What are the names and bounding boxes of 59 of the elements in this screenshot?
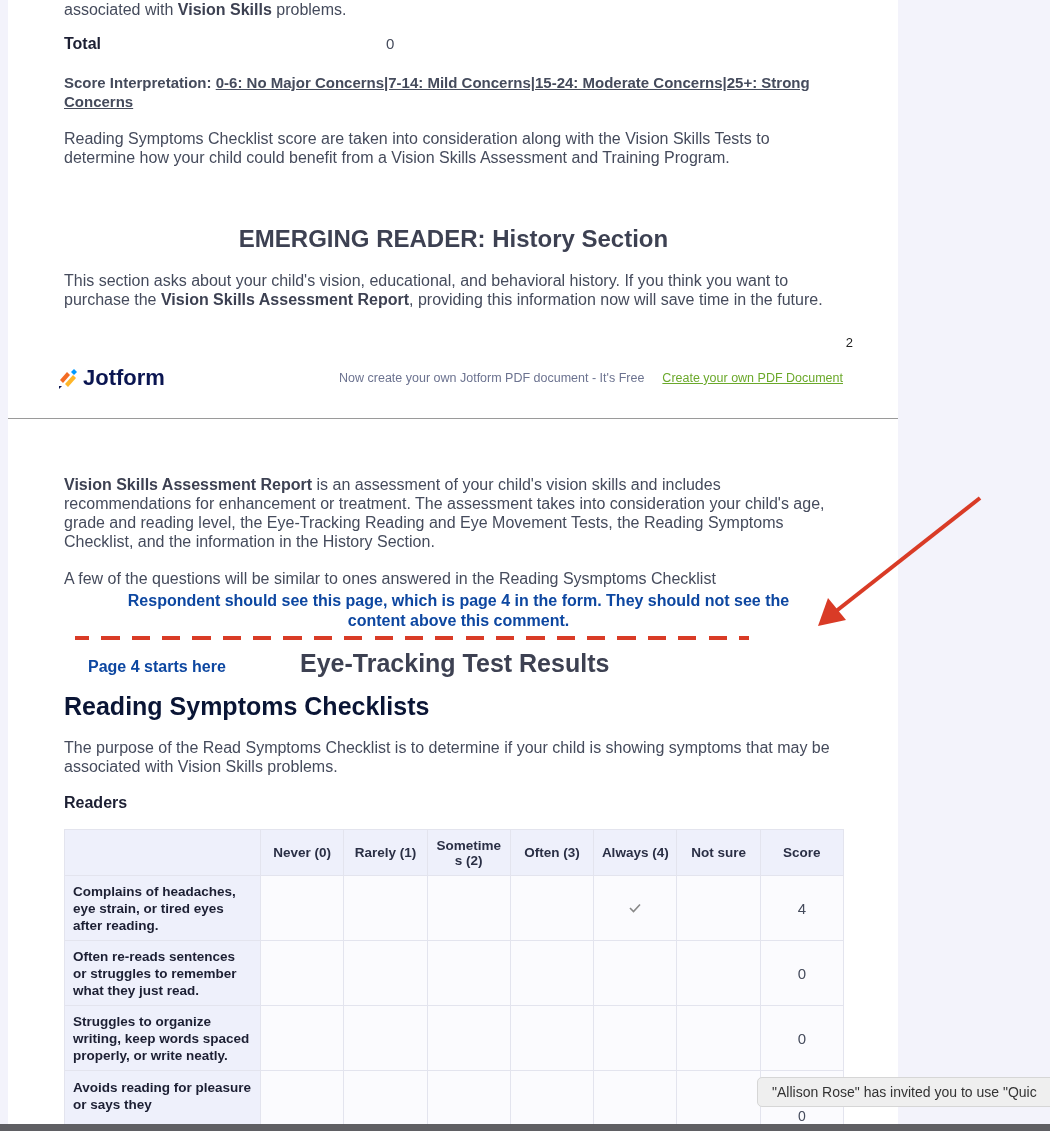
answer-cell[interactable] (427, 1070, 511, 1125)
annotation-comment: Respondent should see this page, which is page 4 in the form. They should not see the content above this comment. (126, 591, 791, 631)
answer-cell[interactable] (343, 940, 428, 1006)
answer-cell[interactable] (427, 875, 511, 941)
section-heading: Eye-Tracking Test Results (300, 649, 610, 678)
answer-cell[interactable] (260, 875, 344, 941)
score-cell: 0 (760, 1005, 844, 1071)
score-cell: 4 (760, 875, 844, 941)
score-cell: 0 (760, 940, 844, 1006)
paragraph: This section asks about your child's vision, educational, and behavioral history. If you think you want to purchase the Vision Skills Assessment Report, providing this information now will save time in the future. (64, 271, 824, 309)
paragraph: A few of the questions will be similar to ones answered in the Reading Sysmptoms Checklist (64, 569, 717, 588)
page-start-note: Page 4 starts here (88, 658, 227, 676)
answer-cell[interactable] (510, 875, 594, 941)
answer-cell[interactable] (676, 1005, 761, 1071)
answer-cell[interactable] (343, 875, 428, 941)
answer-cell[interactable] (593, 875, 677, 941)
paragraph: The purpose of the Read Symptoms Checklist is to determine if your child is showing symptoms that may be associated with Vision Skills problems. (64, 738, 831, 776)
answer-cell[interactable] (427, 1005, 511, 1071)
answer-cell[interactable] (593, 1070, 677, 1125)
answer-cell[interactable] (593, 940, 677, 1006)
answer-cell[interactable] (510, 1005, 594, 1071)
column-header: Often (3) (510, 829, 594, 876)
answer-cell[interactable] (427, 940, 511, 1006)
answer-cell[interactable] (676, 940, 761, 1006)
column-header: Sometime s (2) (427, 829, 511, 876)
answer-cell[interactable] (260, 1005, 344, 1071)
answer-cell[interactable] (676, 875, 761, 941)
section-heading: EMERGING READER: History Section (237, 225, 670, 253)
column-header: Rarely (1) (343, 829, 428, 876)
paragraph: associated with Vision Skills problems. (64, 0, 348, 19)
total-value: 0 (386, 35, 395, 53)
total-label: Total (64, 35, 103, 53)
column-header: Score (760, 829, 844, 876)
column-header: Not sure (676, 829, 761, 876)
row-label: Often re-reads sentences or struggles to remember what they just read. (64, 940, 261, 1006)
answer-cell[interactable] (260, 940, 344, 1006)
paragraph: Vision Skills Assessment Report is an assessment of your child's vision skills and includes recommendations for enhancement or treatment. The assessment takes into consideration your child's age, grade and reading level, the Eye-Tracking Reading and Eye Movement Tests, the Reading Symptoms Checklist, and the information in the History Section. (64, 475, 826, 551)
logo-icon (58, 367, 78, 389)
score-interpretation: Score Interpretation: 0-6: No Major Concerns|7-14: Mild Concerns|15-24: Moderate Concerns|25+: Strong Concerns (64, 73, 811, 111)
section-heading: Reading Symptoms Checklists (64, 692, 431, 721)
row-label: Complains of headaches, eye strain, or tired eyes after reading. (64, 875, 261, 941)
row-label: Struggles to organize writing, keep words spaced properly, or write neatly. (64, 1005, 261, 1071)
brand-name: Jotform (83, 365, 165, 391)
answer-cell[interactable] (343, 1070, 428, 1125)
answer-cell[interactable] (676, 1070, 761, 1125)
answer-cell[interactable] (593, 1005, 677, 1071)
footer-tagline: Now create your own Jotform PDF document - It's Free (339, 371, 645, 385)
answer-cell[interactable] (510, 1070, 594, 1125)
column-header: Never (0) (260, 829, 344, 876)
page-number: 2 (844, 335, 853, 350)
check-icon (629, 902, 642, 913)
answer-cell[interactable] (510, 940, 594, 1006)
row-label: Avoids reading for pleasure or says they (64, 1070, 261, 1125)
answer-cell[interactable] (343, 1005, 428, 1071)
column-header: Always (4) (593, 829, 677, 876)
answer-cell[interactable] (260, 1070, 344, 1125)
invitation-toast[interactable]: "Allison Rose" has invited you to use "Quic (757, 1077, 1050, 1107)
subheading: Readers (64, 794, 129, 812)
paragraph: Reading Symptoms Checklist score are taken into consideration along with the Vision Skills Tests to determine how your child could benefit from a Vision Skills Assessment and Training Program. (64, 129, 771, 167)
